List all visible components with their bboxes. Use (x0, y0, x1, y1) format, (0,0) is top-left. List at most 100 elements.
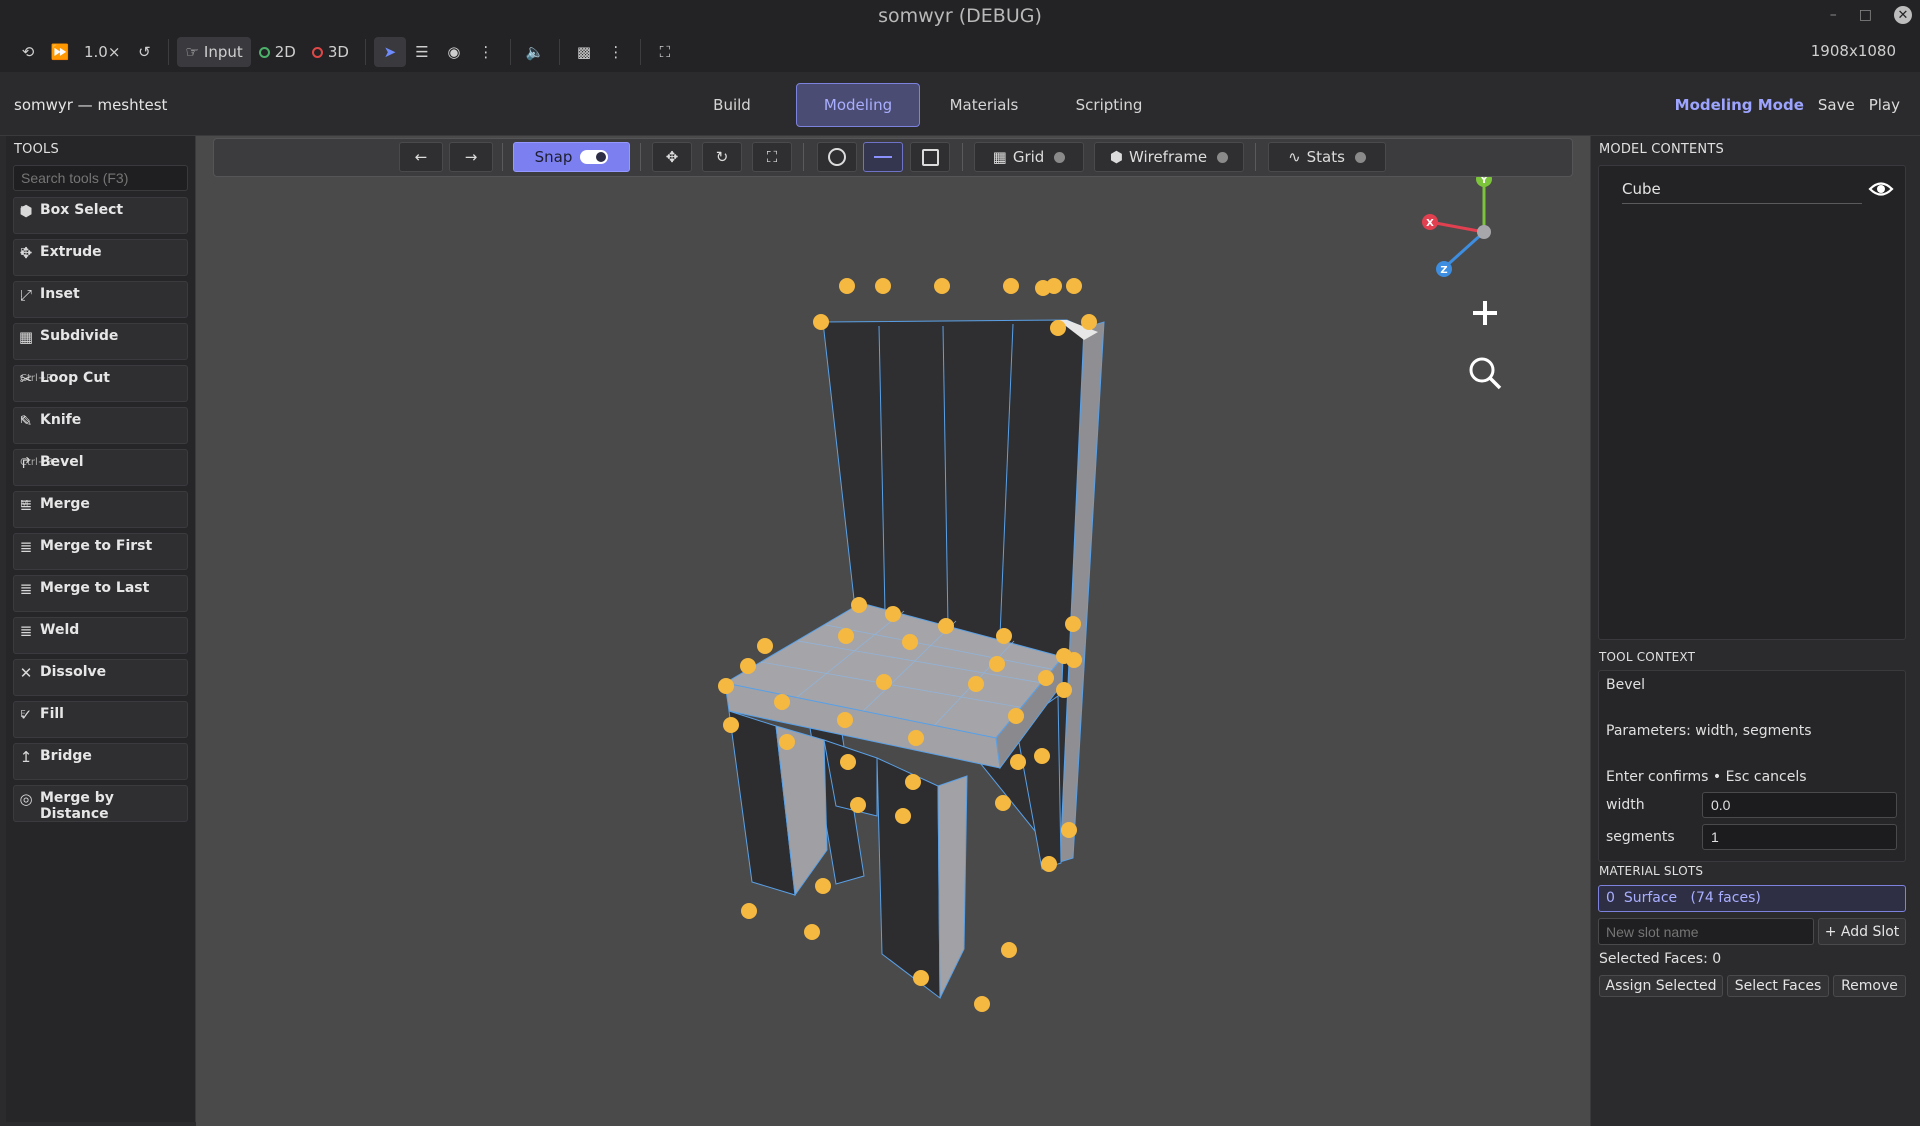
tab-build[interactable]: Build (690, 83, 774, 127)
vertex-point[interactable] (779, 734, 795, 750)
vertex-point[interactable] (1003, 278, 1019, 294)
vertex-point[interactable] (875, 278, 891, 294)
vertex-point[interactable] (1035, 280, 1051, 296)
vertex-point[interactable] (996, 628, 1012, 644)
tool-merge-by-distance-button[interactable]: ◎ Merge by Distance (13, 785, 188, 822)
chair-mesh[interactable] (723, 319, 1105, 1000)
step-forward-icon[interactable]: ⏩ (44, 37, 76, 67)
vertex-point[interactable] (934, 278, 950, 294)
assign-selected-button[interactable]: Assign Selected (1599, 975, 1723, 997)
vertex-point[interactable] (838, 628, 854, 644)
rotate-tool-button[interactable]: ↻ (702, 142, 742, 172)
tool-merge-button[interactable]: ≣ Merge M (13, 491, 188, 528)
vertex-point[interactable] (895, 808, 911, 824)
snap-toggle[interactable]: Snap (513, 142, 630, 172)
vertex-point[interactable] (774, 694, 790, 710)
vertex-point[interactable] (1050, 320, 1066, 336)
tool-loop-cut-button[interactable]: ✂ Loop Cut Ctrl+R (13, 365, 188, 402)
tool-dissolve-button[interactable]: ✕ Dissolve (13, 659, 188, 696)
tool-bridge-button[interactable]: ↥ Bridge (13, 743, 188, 780)
vertex-point[interactable] (876, 674, 892, 690)
play-button[interactable]: Play (1869, 96, 1900, 114)
select-faces-button[interactable]: Select Faces (1727, 975, 1829, 997)
tool-merge-to-first-button[interactable]: ≣ Merge to First (13, 533, 188, 570)
remote-debug-icon[interactable]: ⟲ (12, 37, 44, 67)
tool-box-select-button[interactable]: ⬢ Box Select B (13, 197, 188, 234)
vertex-point[interactable] (1001, 942, 1017, 958)
vertex-point[interactable] (1034, 748, 1050, 764)
vertex-point[interactable] (813, 314, 829, 330)
close-icon[interactable]: ✕ (1894, 6, 1912, 24)
vertex-point[interactable] (837, 712, 853, 728)
speed-selector[interactable]: 1.0× (76, 37, 128, 67)
vertex-point[interactable] (851, 597, 867, 613)
vertex-point[interactable] (723, 717, 739, 733)
redo-button[interactable]: → (449, 142, 493, 172)
vertex-point[interactable] (850, 797, 866, 813)
tab-modeling[interactable]: Modeling (796, 83, 920, 127)
fullscreen-icon[interactable]: ⛶ (649, 37, 681, 67)
vertex-point[interactable] (1010, 754, 1026, 770)
search-tools-input[interactable] (13, 165, 188, 191)
vertex-point[interactable] (995, 795, 1011, 811)
more-vertical-icon[interactable]: ⋮ (470, 37, 502, 67)
vertex-point[interactable] (1008, 708, 1024, 724)
stats-toggle[interactable]: ∿ Stats (1268, 142, 1386, 172)
vertex-point[interactable] (815, 878, 831, 894)
vertex-point[interactable] (908, 730, 924, 746)
reset-icon[interactable]: ↺ (128, 37, 160, 67)
tool-merge-to-last-button[interactable]: ≣ Merge to Last (13, 575, 188, 612)
minimize-icon[interactable]: – (1830, 7, 1837, 23)
vertex-point[interactable] (1041, 856, 1057, 872)
face-mode-button[interactable] (910, 142, 950, 172)
tab-materials[interactable]: Materials (936, 83, 1032, 127)
input-toggle[interactable]: ☞ Input (177, 37, 251, 67)
move-tool-button[interactable]: ✥ (652, 142, 692, 172)
vertex-point[interactable] (1066, 652, 1082, 668)
visibility-icon[interactable]: ◉ (438, 37, 470, 67)
save-button[interactable]: Save (1818, 96, 1855, 114)
tool-extrude-button[interactable]: ✥ Extrude E (13, 239, 188, 276)
vertex-point[interactable] (804, 924, 820, 940)
vertex-point[interactable] (1065, 616, 1081, 632)
mode-2d-toggle[interactable]: 2D (251, 37, 304, 67)
eye-icon[interactable] (1868, 178, 1894, 200)
vertex-mode-button[interactable] (817, 142, 857, 172)
vertex-point[interactable] (885, 606, 901, 622)
vertex-point[interactable] (974, 996, 990, 1012)
select-cursor-icon[interactable]: ➤ (373, 37, 406, 67)
material-slot-row[interactable]: 0 Surface (74 faces) (1598, 885, 1906, 912)
vertex-point[interactable] (1061, 822, 1077, 838)
tool-weld-button[interactable]: ≣ Weld (13, 617, 188, 654)
remove-slot-button[interactable]: Remove (1833, 975, 1906, 997)
mode-3d-toggle[interactable]: 3D (304, 37, 357, 67)
segments-input[interactable] (1702, 824, 1897, 850)
wireframe-toggle[interactable]: ⬢ Wireframe (1094, 142, 1244, 172)
audio-icon[interactable]: 🔈 (519, 37, 551, 67)
tool-bevel-button[interactable]: ↱ Bevel Ctrl+B (13, 449, 188, 486)
width-input[interactable] (1702, 792, 1897, 818)
add-slot-button[interactable]: + Add Slot (1818, 918, 1906, 945)
vertex-point[interactable] (913, 970, 929, 986)
zoom-search-icon[interactable] (1468, 356, 1502, 390)
vertex-point[interactable] (740, 658, 756, 674)
grid-toggle[interactable]: ▦ Grid (974, 142, 1084, 172)
tool-fill-button[interactable]: ✓ Fill F (13, 701, 188, 738)
scale-tool-button[interactable]: ⛶ (752, 142, 792, 172)
vertex-point[interactable] (905, 774, 921, 790)
vertex-point[interactable] (1056, 682, 1072, 698)
vertex-point[interactable] (840, 754, 856, 770)
camera-override-icon[interactable]: ▩ (568, 37, 600, 67)
vertex-point[interactable] (968, 676, 984, 692)
list-select-icon[interactable]: ☰ (406, 37, 438, 67)
undo-button[interactable]: ← (399, 142, 443, 172)
vertex-point[interactable] (1038, 670, 1054, 686)
maximize-icon[interactable]: □ (1859, 7, 1872, 23)
tool-knife-button[interactable]: ✎ Knife K (13, 407, 188, 444)
vertex-point[interactable] (1066, 278, 1082, 294)
new-slot-name-input[interactable] (1598, 918, 1814, 945)
vertex-point[interactable] (718, 678, 734, 694)
vertex-point[interactable] (839, 278, 855, 294)
orientation-gizmo[interactable]: Y X Z (1410, 168, 1520, 278)
more-vertical-icon[interactable]: ⋮ (600, 37, 632, 67)
